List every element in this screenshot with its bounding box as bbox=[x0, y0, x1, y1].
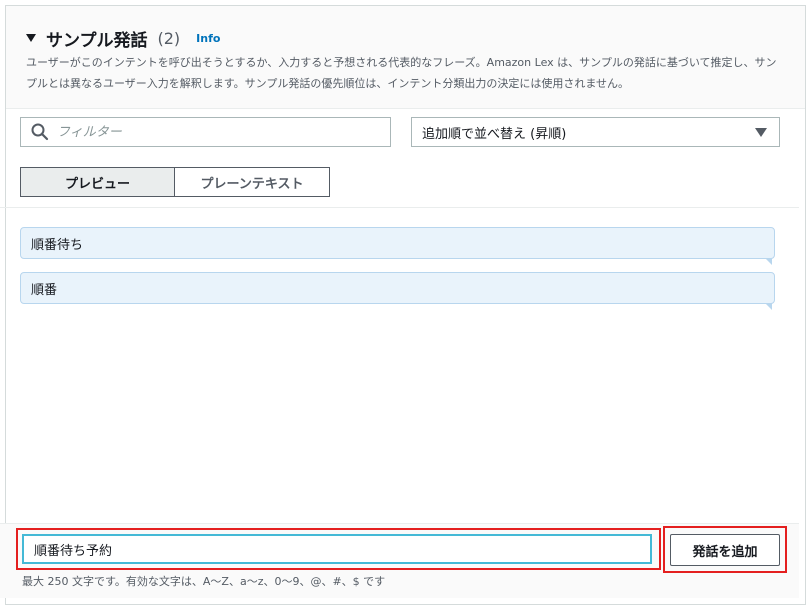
utterance-count: (2) bbox=[157, 28, 181, 48]
utterance-item[interactable]: 順番 bbox=[20, 272, 775, 310]
preview-toggle-button[interactable]: プレビュー bbox=[20, 167, 175, 197]
new-utterance-input[interactable] bbox=[22, 534, 652, 564]
section-title: サンプル発話 bbox=[46, 30, 148, 51]
utterance-list: 順番待ち 順番 bbox=[0, 207, 799, 523]
input-constraint-hint: 最大 250 文字です。有効な文字は、A〜Z、a〜z、0〜9、@、#、$ です bbox=[22, 575, 386, 588]
caret-down-icon[interactable] bbox=[26, 34, 36, 42]
filter-field[interactable] bbox=[20, 117, 391, 147]
add-utterance-button[interactable]: 発話を追加 bbox=[670, 534, 780, 566]
sort-select[interactable]: 追加順で並べ替え (昇順) bbox=[411, 117, 780, 147]
search-icon bbox=[31, 123, 49, 141]
sort-selected-value: 追加順で並べ替え (昇順) bbox=[422, 126, 567, 142]
section-description: ユーザーがこのインテントを呼び出そうとするか、入力すると予想される代表的なフレー… bbox=[26, 56, 777, 90]
filter-input[interactable] bbox=[49, 119, 390, 145]
utterance-item[interactable]: 順番待ち bbox=[20, 227, 775, 265]
info-link[interactable]: Info bbox=[196, 32, 220, 45]
dropdown-caret-icon bbox=[755, 128, 767, 137]
view-toggle: プレビュー プレーンテキスト bbox=[20, 167, 330, 197]
section-header: サンプル発話 (2) Info ユーザーがこのインテントを呼び出そうとするか、入… bbox=[6, 6, 805, 109]
section-title-row[interactable]: サンプル発話 (2) Info bbox=[26, 26, 220, 51]
plain-text-toggle-button[interactable]: プレーンテキスト bbox=[175, 167, 330, 197]
